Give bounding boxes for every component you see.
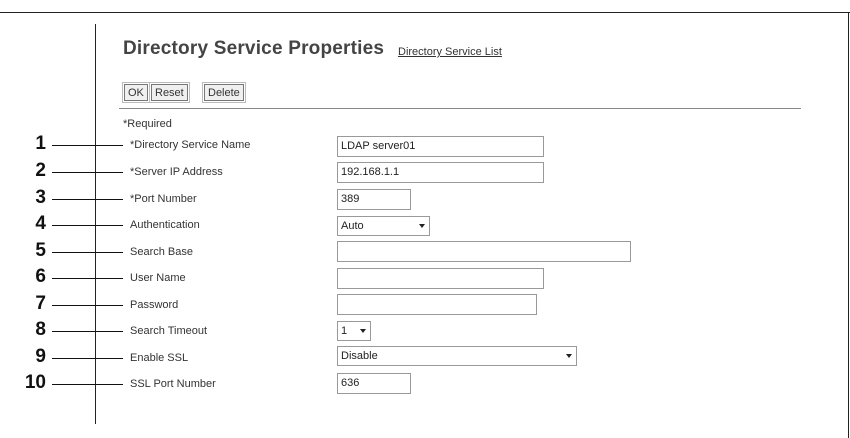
authentication-select[interactable]: Auto: [337, 216, 430, 236]
directory-service-name-input[interactable]: LDAP server01: [337, 136, 544, 157]
search-base-label: Search Base: [130, 246, 193, 258]
callout-number: 10: [24, 372, 46, 393]
chevron-down-icon: [566, 354, 572, 358]
callout-number: 1: [35, 133, 46, 154]
authentication-value: Auto: [341, 220, 364, 232]
callout-number: 9: [35, 346, 46, 367]
reset-button[interactable]: Reset: [149, 82, 190, 103]
chevron-down-icon: [360, 329, 366, 333]
server-ip-address-label: *Server IP Address: [130, 166, 223, 178]
callout-number: 2: [35, 160, 46, 181]
callout-line: [52, 384, 123, 385]
callout-number: 4: [35, 213, 46, 234]
port-number-input[interactable]: 389: [337, 189, 411, 210]
callout-number: 5: [35, 240, 46, 261]
callout-line: [52, 305, 123, 306]
directory-service-name-label: *Directory Service Name: [130, 139, 251, 151]
divider: [119, 108, 801, 109]
frame-top-border: [0, 12, 850, 13]
frame-right-border: [848, 12, 849, 438]
search-timeout-label: Search Timeout: [130, 325, 208, 337]
callout-line: [52, 145, 123, 146]
port-number-label: *Port Number: [130, 193, 197, 205]
callout-line: [52, 172, 123, 173]
callout-line: [52, 252, 123, 253]
callout-line: [52, 358, 123, 359]
callout-number: 8: [35, 319, 46, 340]
password-input[interactable]: [337, 294, 537, 315]
authentication-label: Authentication: [130, 219, 200, 231]
enable-ssl-label: Enable SSL: [130, 352, 189, 364]
server-ip-address-input[interactable]: 192.168.1.1: [337, 162, 544, 183]
search-timeout-select[interactable]: 1: [337, 321, 371, 341]
enable-ssl-value: Disable: [341, 350, 378, 362]
ssl-port-number-label: SSL Port Number: [130, 378, 216, 390]
search-base-input[interactable]: [337, 241, 631, 262]
required-note: *Required: [123, 118, 172, 130]
callout-line: [52, 331, 123, 332]
callout-number: 7: [35, 293, 46, 314]
callout-vertical-rule: [95, 24, 96, 424]
chevron-down-icon: [419, 224, 425, 228]
callout-line: [52, 225, 123, 226]
callout-number: 3: [35, 187, 46, 208]
callout-number: 6: [35, 266, 46, 287]
search-timeout-value: 1: [341, 325, 348, 337]
password-label: Password: [130, 299, 179, 311]
directory-service-list-link[interactable]: Directory Service List: [398, 46, 502, 58]
ok-button[interactable]: OK: [122, 82, 150, 103]
delete-button[interactable]: Delete: [202, 82, 246, 103]
callout-line: [52, 199, 123, 200]
ssl-port-number-input[interactable]: 636: [337, 373, 411, 394]
callout-line: [52, 278, 123, 279]
user-name-label: User Name: [130, 272, 186, 284]
enable-ssl-select[interactable]: Disable: [337, 346, 577, 366]
user-name-input[interactable]: [337, 268, 544, 289]
page-title: Directory Service Properties: [123, 38, 385, 59]
